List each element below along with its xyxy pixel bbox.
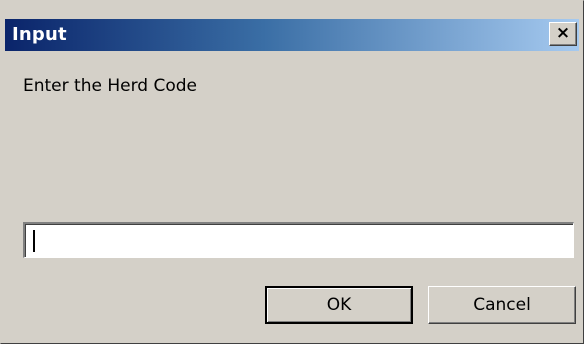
ok-button[interactable]: OK — [265, 286, 413, 324]
title-bar[interactable]: Input × — [5, 19, 579, 51]
prompt-label: Enter the Herd Code — [23, 76, 197, 96]
text-caret — [33, 230, 35, 252]
input-dialog: Input × Enter the Herd Code OK Cancel — [0, 0, 584, 344]
close-button[interactable]: × — [549, 22, 577, 46]
herd-code-input[interactable] — [23, 222, 574, 258]
cancel-button[interactable]: Cancel — [428, 286, 576, 324]
close-icon: × — [555, 23, 571, 43]
window-title: Input — [12, 24, 67, 45]
